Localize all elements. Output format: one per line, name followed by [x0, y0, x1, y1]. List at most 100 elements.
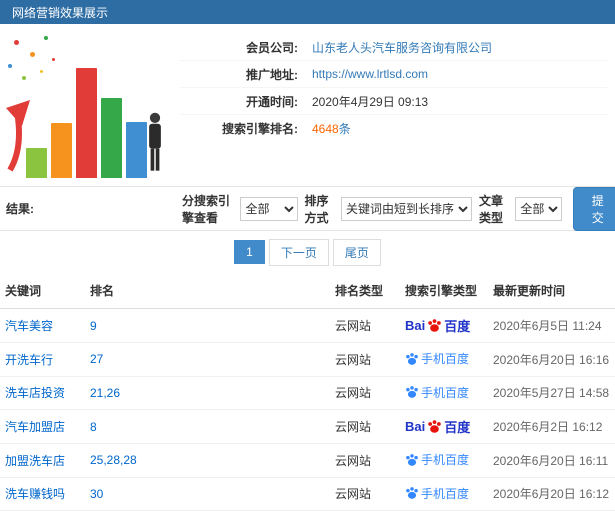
person-figure	[149, 112, 161, 171]
open-time-row: 开通时间: 2020年4月29日 09:13	[180, 88, 607, 115]
header-rank-type: 排名类型	[330, 273, 400, 309]
result-filter-section: 结果: 分搜索引擎查看 全部 排序方式 关键词由短到长排序 文章类型 全部 提交	[0, 186, 615, 231]
growth-arrow-icon	[6, 100, 30, 172]
page-title: 网络营销效果展示	[12, 5, 109, 20]
page-1-button[interactable]: 1	[234, 240, 265, 264]
rank-type: 云网站	[330, 342, 400, 377]
page-title-bar: 网络营销效果展示	[0, 0, 615, 24]
confetti-dot	[52, 58, 55, 61]
table-row: 洗车店利润 30 云网站 Bai 百度 手机百度 2020年6月18日 14:2…	[0, 510, 615, 520]
bar-orange	[51, 123, 72, 178]
engine-rank-row: 搜索引擎排名: 4648条	[180, 115, 607, 142]
bar-red-tall	[76, 68, 97, 178]
keyword-link[interactable]: 汽车加盟店	[5, 420, 65, 434]
engine-rank-label: 搜索引擎排名:	[222, 122, 298, 136]
mobile-baidu-label: 手机百度	[421, 385, 470, 400]
keyword-link[interactable]: 洗车店投资	[5, 386, 65, 400]
mobile-baidu-label: 手机百度	[421, 453, 470, 467]
bars-group	[26, 68, 147, 178]
mobile-baidu-paw-icon	[406, 352, 418, 365]
company-link[interactable]: 山东老人头汽车服务咨询有限公司	[312, 39, 492, 56]
table-row: 开洗车行 27 云网站 Bai 百度 手机百度 2020年6月20日 16:16	[0, 342, 615, 377]
engine-rank-count: 4648	[312, 122, 339, 136]
member-info-rows: 会员公司: 山东老人头汽车服务咨询有限公司 推广地址: https://www.…	[180, 24, 615, 186]
company-label: 会员公司:	[246, 40, 298, 55]
sort-filter-label: 排序方式	[304, 193, 329, 225]
header-keyword: 关键词	[0, 273, 85, 309]
keyword-link[interactable]: 开洗车行	[5, 353, 53, 367]
table-row: 汽车美容 9 云网站 Bai 百度 手机百度 2020年6月5日 11:24	[0, 308, 615, 343]
table-row: 汽车加盟店 8 云网站 Bai 百度 手机百度 2020年6月2日 16:12	[0, 409, 615, 444]
baidu-logo: Bai 百度	[405, 316, 470, 335]
mobile-baidu-paw-icon	[406, 386, 418, 398]
rank-value: 30	[90, 486, 104, 501]
rank-type: 云网站	[330, 477, 400, 511]
table-row: 洗车赚钱吗 30 云网站 Bai 百度 手机百度 2020年6月20日 16:1…	[0, 477, 615, 511]
rank-type: 云网站	[330, 376, 400, 410]
open-time-value: 2020年4月29日 09:13	[312, 94, 429, 109]
open-time-label: 开通时间:	[246, 94, 298, 109]
next-page-button[interactable]: 下一页	[268, 238, 329, 266]
mobile-baidu-logo: 手机百度	[405, 350, 469, 367]
mobile-baidu-label: 手机百度	[421, 486, 470, 501]
rank-value: 8	[90, 419, 97, 434]
baidu-logo-text: Bai	[405, 318, 426, 333]
keyword-link[interactable]: 加盟洗车店	[5, 454, 65, 468]
confetti-dot	[30, 52, 35, 57]
confetti-dot	[8, 64, 12, 68]
rank-value: 25,28,28	[90, 453, 137, 468]
engine-rank-unit: 条	[338, 122, 351, 136]
article-type-select[interactable]: 全部	[515, 196, 563, 221]
rank-type: 云网站	[330, 308, 400, 343]
table-row: 洗车店投资 21,26 云网站 Bai 百度 手机百度 2020年5月27日 1…	[0, 376, 615, 410]
filter-controls: 分搜索引擎查看 全部 排序方式 关键词由短到长排序 文章类型 全部 提交	[182, 186, 615, 231]
mobile-baidu-label: 手机百度	[421, 352, 470, 366]
rank-value: 9	[90, 318, 97, 333]
ranking-table: 关键词 排名 排名类型 搜索引擎类型 最新更新时间 汽车美容 9 云网站 Bai…	[0, 273, 615, 520]
rank-type: 云网站	[330, 409, 400, 444]
member-info-section: 会员公司: 山东老人头汽车服务咨询有限公司 推广地址: https://www.…	[0, 24, 615, 187]
rank-type: 云网站	[330, 443, 400, 478]
bar-green	[101, 98, 122, 178]
update-time: 2020年6月20日 16:16	[488, 342, 615, 377]
last-page-button[interactable]: 尾页	[332, 238, 381, 266]
keyword-link[interactable]: 洗车赚钱吗	[5, 487, 65, 501]
rank-value: 27	[90, 352, 104, 367]
mobile-baidu-logo: 手机百度	[405, 485, 469, 502]
article-type-label: 文章类型	[478, 193, 503, 225]
baidu-logo: Bai 百度	[405, 417, 470, 436]
submit-button[interactable]: 提交	[573, 186, 615, 231]
header-engine-type: 搜索引擎类型	[400, 273, 488, 309]
keyword-link[interactable]: 汽车美容	[5, 319, 53, 333]
table-body: 汽车美容 9 云网站 Bai 百度 手机百度 2020年6月5日 11:24 开…	[0, 308, 615, 520]
baidu-paw-icon	[428, 319, 441, 332]
mobile-baidu-paw-icon	[406, 487, 418, 499]
baidu-logo-text: Bai	[405, 419, 426, 434]
header-rank: 排名	[85, 273, 330, 309]
promo-url-link[interactable]: https://www.lrtlsd.com	[312, 67, 428, 81]
update-time: 2020年6月20日 16:12	[488, 477, 615, 511]
update-time: 2020年5月27日 14:58	[488, 376, 615, 410]
baidu-paw-icon	[428, 420, 441, 433]
header-update-time: 最新更新时间	[488, 273, 615, 309]
baidu-logo-cn: 百度	[444, 319, 471, 334]
update-time: 2020年6月20日 16:11	[488, 443, 615, 478]
engine-filter-label: 分搜索引擎查看	[182, 193, 231, 225]
sort-filter-select[interactable]: 关键词由短到长排序	[340, 196, 472, 221]
update-time: 2020年6月18日 14:27	[488, 510, 615, 520]
bar-chart-illustration	[0, 24, 180, 186]
mobile-baidu-logo: 手机百度	[405, 451, 469, 468]
update-time: 2020年6月2日 16:12	[488, 409, 615, 444]
baidu-logo-cn: 百度	[444, 420, 471, 435]
engine-filter-select[interactable]: 全部	[240, 196, 298, 221]
pagination: 1 下一页 尾页	[0, 231, 615, 273]
company-row: 会员公司: 山东老人头汽车服务咨询有限公司	[180, 34, 607, 61]
mobile-baidu-paw-icon	[406, 453, 418, 466]
mobile-baidu-logo: 手机百度	[405, 384, 469, 401]
rank-value: 21,26	[90, 385, 121, 400]
promo-url-label: 推广地址:	[246, 67, 298, 82]
table-header-row: 关键词 排名 排名类型 搜索引擎类型 最新更新时间	[0, 273, 615, 309]
result-section-label: 结果:	[6, 202, 34, 216]
promo-url-row: 推广地址: https://www.lrtlsd.com	[180, 61, 607, 88]
table-row: 加盟洗车店 25,28,28 云网站 Bai 百度 手机百度 2020年6月20…	[0, 443, 615, 478]
